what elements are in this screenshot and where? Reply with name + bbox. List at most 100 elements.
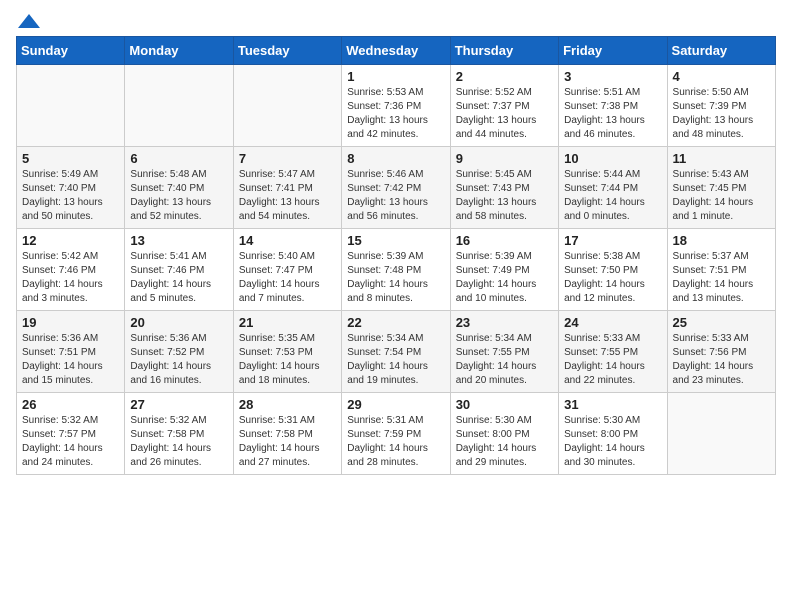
day-info: Sunrise: 5:44 AM Sunset: 7:44 PM Dayligh… [564, 168, 661, 224]
day-info: Sunrise: 5:33 AM Sunset: 7:55 PM Dayligh… [564, 332, 661, 388]
day-info: Sunrise: 5:36 AM Sunset: 7:51 PM Dayligh… [22, 332, 119, 388]
day-header-monday: Monday [125, 37, 233, 65]
day-info: Sunrise: 5:46 AM Sunset: 7:42 PM Dayligh… [347, 168, 444, 224]
day-info: Sunrise: 5:42 AM Sunset: 7:46 PM Dayligh… [22, 250, 119, 306]
calendar-day: 12 Sunrise: 5:42 AM Sunset: 7:46 PM Dayli… [17, 229, 125, 311]
day-number: 22 [347, 315, 444, 330]
calendar-week-2: 5 Sunrise: 5:49 AM Sunset: 7:40 PM Daylig… [17, 147, 776, 229]
day-header-friday: Friday [559, 37, 667, 65]
calendar-day: 23 Sunrise: 5:34 AM Sunset: 7:55 PM Dayli… [450, 311, 558, 393]
day-number: 2 [456, 69, 553, 84]
day-number: 9 [456, 151, 553, 166]
day-info: Sunrise: 5:34 AM Sunset: 7:55 PM Dayligh… [456, 332, 553, 388]
calendar-day: 10 Sunrise: 5:44 AM Sunset: 7:44 PM Dayli… [559, 147, 667, 229]
day-header-saturday: Saturday [667, 37, 775, 65]
day-header-thursday: Thursday [450, 37, 558, 65]
day-number: 11 [673, 151, 770, 166]
calendar-day: 6Sunrise: 5:48 AM Sunset: 7:40 PM Daylig… [125, 147, 233, 229]
calendar-table: SundayMondayTuesdayWednesdayThursdayFrid… [16, 36, 776, 475]
day-info: Sunrise: 5:31 AM Sunset: 7:58 PM Dayligh… [239, 414, 336, 470]
day-number: 31 [564, 397, 661, 412]
day-number: 26 [22, 397, 119, 412]
day-number: 7 [239, 151, 336, 166]
day-info: Sunrise: 5:48 AM Sunset: 7:40 PM Dayligh… [130, 168, 227, 224]
calendar-week-3: 12 Sunrise: 5:42 AM Sunset: 7:46 PM Dayli… [17, 229, 776, 311]
day-info: Sunrise: 5:32 AM Sunset: 7:58 PM Dayligh… [130, 414, 227, 470]
calendar-day: 24 Sunrise: 5:33 AM Sunset: 7:55 PM Dayli… [559, 311, 667, 393]
day-info: Sunrise: 5:30 AM Sunset: 8:00 PM Dayligh… [564, 414, 661, 470]
calendar-day: 9 Sunrise: 5:45 AM Sunset: 7:43 PM Daylig… [450, 147, 558, 229]
calendar-day: 19 Sunrise: 5:36 AM Sunset: 7:51 PM Dayli… [17, 311, 125, 393]
day-info: Sunrise: 5:40 AM Sunset: 7:47 PM Dayligh… [239, 250, 336, 306]
day-number: 5 [22, 151, 119, 166]
calendar-day: 25 Sunrise: 5:33 AM Sunset: 7:56 PM Dayli… [667, 311, 775, 393]
day-info: Sunrise: 5:33 AM Sunset: 7:56 PM Dayligh… [673, 332, 770, 388]
day-info: Sunrise: 5:37 AM Sunset: 7:51 PM Dayligh… [673, 250, 770, 306]
calendar-day: 22 Sunrise: 5:34 AM Sunset: 7:54 PM Dayli… [342, 311, 450, 393]
day-info: Sunrise: 5:49 AM Sunset: 7:40 PM Dayligh… [22, 168, 119, 224]
page-header [16, 16, 776, 24]
day-header-sunday: Sunday [17, 37, 125, 65]
day-number: 28 [239, 397, 336, 412]
day-info: Sunrise: 5:32 AM Sunset: 7:57 PM Dayligh… [22, 414, 119, 470]
day-number: 8 [347, 151, 444, 166]
day-info: Sunrise: 5:39 AM Sunset: 7:48 PM Dayligh… [347, 250, 444, 306]
calendar-day: 8 Sunrise: 5:46 AM Sunset: 7:42 PM Daylig… [342, 147, 450, 229]
calendar-day: 30 Sunrise: 5:30 AM Sunset: 8:00 PM Dayli… [450, 393, 558, 475]
day-info: Sunrise: 5:38 AM Sunset: 7:50 PM Dayligh… [564, 250, 661, 306]
calendar-day [17, 65, 125, 147]
calendar-day: 18Sunrise: 5:37 AM Sunset: 7:51 PM Dayli… [667, 229, 775, 311]
day-number: 19 [22, 315, 119, 330]
calendar-day: 16 Sunrise: 5:39 AM Sunset: 7:49 PM Dayli… [450, 229, 558, 311]
day-number: 25 [673, 315, 770, 330]
logo-icon [18, 14, 40, 28]
calendar-day: 26 Sunrise: 5:32 AM Sunset: 7:57 PM Dayli… [17, 393, 125, 475]
day-header-tuesday: Tuesday [233, 37, 341, 65]
calendar-week-4: 19 Sunrise: 5:36 AM Sunset: 7:51 PM Dayli… [17, 311, 776, 393]
calendar-day: 4Sunrise: 5:50 AM Sunset: 7:39 PM Daylig… [667, 65, 775, 147]
day-info: Sunrise: 5:30 AM Sunset: 8:00 PM Dayligh… [456, 414, 553, 470]
calendar-day: 20Sunrise: 5:36 AM Sunset: 7:52 PM Dayli… [125, 311, 233, 393]
day-number: 3 [564, 69, 661, 84]
day-header-wednesday: Wednesday [342, 37, 450, 65]
day-info: Sunrise: 5:43 AM Sunset: 7:45 PM Dayligh… [673, 168, 770, 224]
day-info: Sunrise: 5:45 AM Sunset: 7:43 PM Dayligh… [456, 168, 553, 224]
day-number: 14 [239, 233, 336, 248]
day-number: 13 [130, 233, 227, 248]
day-info: Sunrise: 5:34 AM Sunset: 7:54 PM Dayligh… [347, 332, 444, 388]
day-number: 17 [564, 233, 661, 248]
day-number: 16 [456, 233, 553, 248]
day-number: 23 [456, 315, 553, 330]
calendar-day [125, 65, 233, 147]
calendar-day: 28 Sunrise: 5:31 AM Sunset: 7:58 PM Dayli… [233, 393, 341, 475]
calendar-day [667, 393, 775, 475]
day-number: 1 [347, 69, 444, 84]
calendar-day: 3 Sunrise: 5:51 AM Sunset: 7:38 PM Daylig… [559, 65, 667, 147]
day-info: Sunrise: 5:41 AM Sunset: 7:46 PM Dayligh… [130, 250, 227, 306]
calendar-day: 5 Sunrise: 5:49 AM Sunset: 7:40 PM Daylig… [17, 147, 125, 229]
day-number: 29 [347, 397, 444, 412]
calendar-day: 31 Sunrise: 5:30 AM Sunset: 8:00 PM Dayli… [559, 393, 667, 475]
day-info: Sunrise: 5:36 AM Sunset: 7:52 PM Dayligh… [130, 332, 227, 388]
calendar-day: 21Sunrise: 5:35 AM Sunset: 7:53 PM Dayli… [233, 311, 341, 393]
day-number: 10 [564, 151, 661, 166]
day-number: 24 [564, 315, 661, 330]
day-info: Sunrise: 5:31 AM Sunset: 7:59 PM Dayligh… [347, 414, 444, 470]
logo [16, 16, 40, 24]
calendar-day: 7 Sunrise: 5:47 AM Sunset: 7:41 PM Daylig… [233, 147, 341, 229]
calendar-day: 14 Sunrise: 5:40 AM Sunset: 7:47 PM Dayli… [233, 229, 341, 311]
calendar-week-5: 26 Sunrise: 5:32 AM Sunset: 7:57 PM Dayli… [17, 393, 776, 475]
day-info: Sunrise: 5:53 AM Sunset: 7:36 PM Dayligh… [347, 86, 444, 142]
calendar-header-row: SundayMondayTuesdayWednesdayThursdayFrid… [17, 37, 776, 65]
calendar-day: 27 Sunrise: 5:32 AM Sunset: 7:58 PM Dayli… [125, 393, 233, 475]
day-number: 4 [673, 69, 770, 84]
calendar-day: 29 Sunrise: 5:31 AM Sunset: 7:59 PM Dayli… [342, 393, 450, 475]
day-info: Sunrise: 5:39 AM Sunset: 7:49 PM Dayligh… [456, 250, 553, 306]
day-info: Sunrise: 5:51 AM Sunset: 7:38 PM Dayligh… [564, 86, 661, 142]
day-number: 30 [456, 397, 553, 412]
day-number: 15 [347, 233, 444, 248]
calendar-day: 17 Sunrise: 5:38 AM Sunset: 7:50 PM Dayli… [559, 229, 667, 311]
day-number: 12 [22, 233, 119, 248]
day-number: 27 [130, 397, 227, 412]
day-info: Sunrise: 5:47 AM Sunset: 7:41 PM Dayligh… [239, 168, 336, 224]
